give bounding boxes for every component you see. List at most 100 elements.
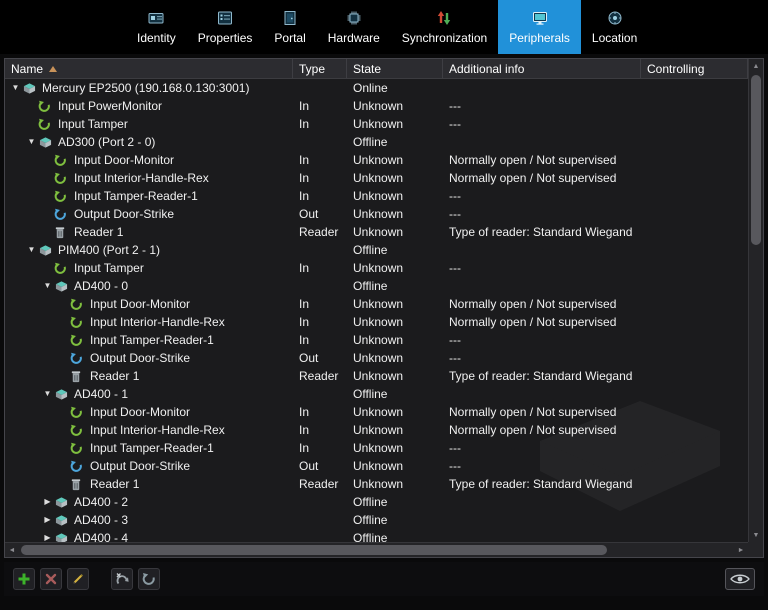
- row-label: AD300 (Port 2 - 0): [58, 135, 156, 149]
- tree-expander-icon[interactable]: [41, 534, 54, 542]
- table-row[interactable]: Input Tamper In Unknown ---: [5, 115, 748, 133]
- table-row[interactable]: Input Interior-Handle-Rex In Unknown Normal…: [5, 313, 748, 331]
- table-header: Name Type State Additional info Controll…: [5, 59, 748, 79]
- table-row[interactable]: Reader 1 Reader Unknown Type of reader: Sta…: [5, 475, 748, 493]
- tree-expander-icon[interactable]: [25, 246, 38, 254]
- column-header-name[interactable]: Name: [5, 59, 293, 78]
- edit-button[interactable]: [67, 568, 89, 590]
- row-name-cell: Input Door-Monitor: [5, 297, 293, 311]
- table-row[interactable]: AD300 (Port 2 - 0) Offline: [5, 133, 748, 151]
- table-row[interactable]: AD400 - 3 Offline: [5, 511, 748, 529]
- view-button[interactable]: [725, 568, 755, 590]
- row-state-cell: Offline: [353, 495, 388, 509]
- table-row[interactable]: Input Tamper-Reader-1 In Unknown ---: [5, 331, 748, 349]
- row-name-cell: Input Tamper: [5, 261, 293, 275]
- delete-button[interactable]: [40, 568, 62, 590]
- sort-ascending-icon: [49, 65, 58, 72]
- vertical-scroll-track[interactable]: [749, 73, 763, 528]
- table-row[interactable]: Mercury EP2500 (190.168.0.130:3001) Onlin…: [5, 79, 748, 97]
- row-state-cell: Unknown: [353, 405, 404, 419]
- table-row[interactable]: AD400 - 4 Offline: [5, 529, 748, 542]
- plus-icon: [17, 572, 31, 586]
- table-row[interactable]: Input Interior-Handle-Rex In Unknown Normal…: [5, 169, 748, 187]
- assign-button[interactable]: [138, 568, 160, 590]
- row-name-cell: Mercury EP2500 (190.168.0.130:3001): [5, 81, 293, 95]
- tree-expander-icon[interactable]: [41, 516, 54, 524]
- row-name-cell: Output Door-Strike: [5, 459, 293, 473]
- table-row[interactable]: Input Tamper-Reader-1 In Unknown ---: [5, 439, 748, 457]
- column-header-type[interactable]: Type: [293, 59, 347, 78]
- column-header-controlling[interactable]: Controlling: [641, 59, 748, 78]
- table-row[interactable]: Output Door-Strike Out Unknown ---: [5, 205, 748, 223]
- table-row[interactable]: Input Tamper In Unknown ---: [5, 259, 748, 277]
- row-type-cell: In: [299, 297, 310, 311]
- row-name-cell: Input Tamper: [5, 117, 293, 131]
- input-icon: [70, 315, 87, 329]
- vertical-scrollbar[interactable]: ▲ ▼: [748, 59, 763, 542]
- scroll-up-button[interactable]: ▲: [749, 59, 763, 73]
- tab-identity[interactable]: Identity: [126, 0, 187, 54]
- tab-location[interactable]: Location: [581, 0, 648, 54]
- row-type-cell: Reader: [299, 477, 339, 491]
- tab-portal[interactable]: Portal: [263, 0, 316, 54]
- tree-expander-icon[interactable]: [41, 498, 54, 506]
- row-name-cell: PIM400 (Port 2 - 1): [5, 243, 293, 257]
- horizontal-scroll-thumb[interactable]: [21, 545, 608, 555]
- row-name-cell: Input Tamper-Reader-1: [5, 441, 293, 455]
- table-row[interactable]: Output Door-Strike Out Unknown ---: [5, 457, 748, 475]
- row-label: AD400 - 3: [74, 513, 129, 527]
- row-state-cell: Offline: [353, 513, 388, 527]
- tree-expander-icon[interactable]: [9, 84, 22, 92]
- table-row[interactable]: AD400 - 2 Offline: [5, 493, 748, 511]
- row-type-cell: In: [299, 333, 310, 347]
- column-label: Controlling: [647, 61, 705, 76]
- table-row[interactable]: AD400 - 1 Offline: [5, 385, 748, 403]
- row-info-cell: ---: [449, 189, 461, 203]
- input-icon: [70, 423, 87, 437]
- row-name-cell: AD400 - 1: [5, 387, 293, 401]
- row-type-cell: Reader: [299, 369, 339, 383]
- table-row[interactable]: Input Door-Monitor In Unknown Normally open…: [5, 295, 748, 313]
- table-row[interactable]: Input Interior-Handle-Rex In Unknown Normal…: [5, 421, 748, 439]
- tab-properties[interactable]: Properties: [187, 0, 264, 54]
- tab-synchronization[interactable]: Synchronization: [391, 0, 498, 54]
- scroll-left-button[interactable]: ◄: [5, 543, 19, 557]
- column-header-additional-info[interactable]: Additional info: [443, 59, 641, 78]
- row-info-cell: Normally open / Not supervised: [449, 171, 617, 185]
- cross-icon: [44, 572, 58, 586]
- horizontal-scrollbar[interactable]: ◄ ►: [5, 542, 748, 557]
- row-state-cell: Online: [353, 81, 388, 95]
- tab-label: Identity: [137, 30, 176, 45]
- tree-expander-icon[interactable]: [25, 138, 38, 146]
- table-row[interactable]: Input PowerMonitor In Unknown ---: [5, 97, 748, 115]
- row-type-cell: Out: [299, 351, 319, 365]
- scroll-down-button[interactable]: ▼: [749, 528, 763, 542]
- table-row[interactable]: PIM400 (Port 2 - 1) Offline: [5, 241, 748, 259]
- row-label: Input Tamper-Reader-1: [90, 441, 214, 455]
- row-type-cell: In: [299, 189, 310, 203]
- eye-icon: [730, 573, 750, 585]
- tab-hardware[interactable]: Hardware: [317, 0, 391, 54]
- tree-expander-icon[interactable]: [41, 390, 54, 398]
- horizontal-scroll-track[interactable]: [19, 543, 734, 557]
- table-row[interactable]: Reader 1 Reader Unknown Type of reader: Sta…: [5, 367, 748, 385]
- table-row[interactable]: Input Tamper-Reader-1 In Unknown ---: [5, 187, 748, 205]
- scroll-right-button[interactable]: ►: [734, 543, 748, 557]
- table-row[interactable]: Reader 1 Reader Unknown Type of reader: Sta…: [5, 223, 748, 241]
- table-row[interactable]: Input Door-Monitor In Unknown Normally open…: [5, 151, 748, 169]
- row-type-cell: Out: [299, 207, 319, 221]
- tab-label: Properties: [197, 30, 253, 45]
- peripherals-panel: Name Type State Additional info Controll…: [4, 58, 764, 558]
- table-row[interactable]: Output Door-Strike Out Unknown ---: [5, 349, 748, 367]
- unassign-button[interactable]: [111, 568, 133, 590]
- table-row[interactable]: AD400 - 0 Offline: [5, 277, 748, 295]
- tree-expander-icon[interactable]: [41, 282, 54, 290]
- input-icon: [70, 333, 87, 347]
- vertical-scroll-thumb[interactable]: [751, 75, 761, 245]
- table-row[interactable]: Input Door-Monitor In Unknown Normally open…: [5, 403, 748, 421]
- tab-peripherals[interactable]: Peripherals: [498, 0, 581, 54]
- column-header-state[interactable]: State: [347, 59, 443, 78]
- controller-icon: [54, 279, 71, 293]
- add-button[interactable]: [13, 568, 35, 590]
- tab-label: Portal: [274, 30, 306, 45]
